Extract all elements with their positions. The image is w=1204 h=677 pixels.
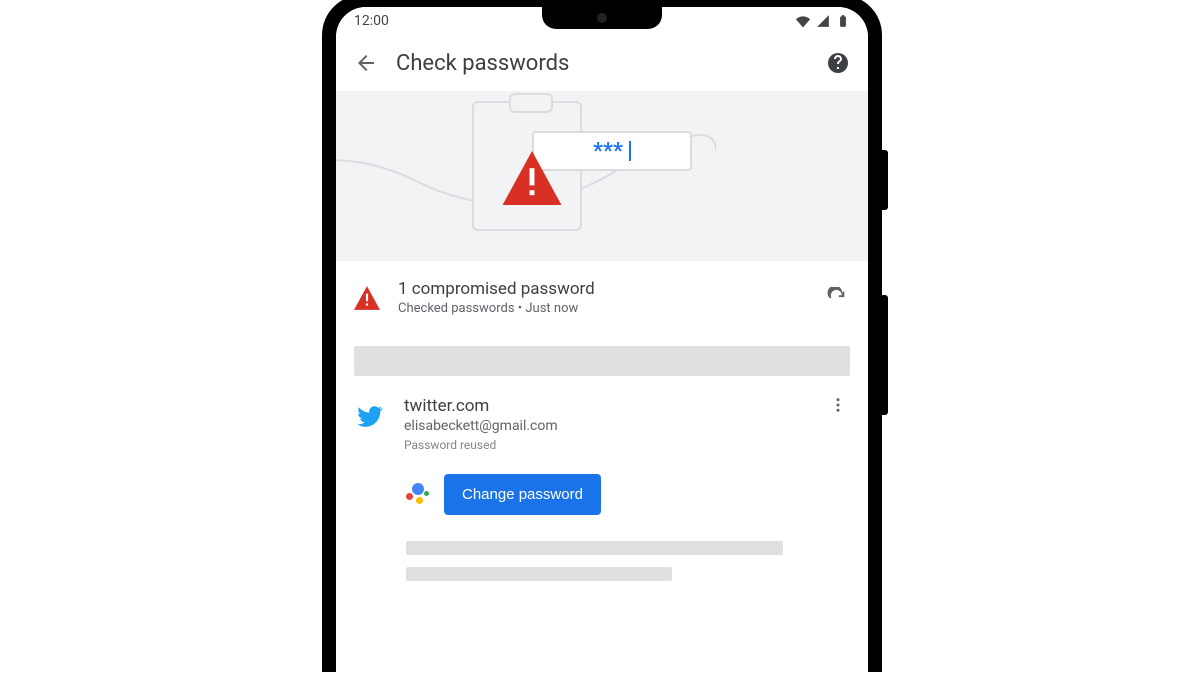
placeholder-line — [406, 541, 783, 555]
help-button[interactable] — [824, 49, 852, 77]
status-time: 12:00 — [354, 13, 389, 29]
entry-username: elisabeckett@gmail.com — [404, 418, 826, 434]
refresh-icon — [826, 287, 848, 309]
help-icon — [826, 51, 850, 75]
hero-illustration: *** — [336, 91, 868, 261]
back-button[interactable] — [352, 49, 380, 77]
notch — [542, 7, 662, 29]
password-mask: *** — [593, 139, 623, 164]
entry-note: Password reused — [404, 438, 826, 452]
change-password-row: Change password — [336, 462, 868, 521]
more-vert-icon — [829, 396, 847, 414]
compromised-entry[interactable]: twitter.com elisabeckett@gmail.com Passw… — [336, 376, 868, 462]
placeholder-line — [406, 567, 672, 581]
check-summary: 1 compromised password Checked passwords… — [336, 261, 868, 328]
wifi-icon — [796, 14, 810, 28]
battery-icon — [836, 14, 850, 28]
placeholder-bar — [354, 346, 850, 376]
phone-side-button-1 — [882, 150, 888, 210]
app-bar: Check passwords — [336, 35, 868, 91]
warning-triangle-icon — [354, 285, 380, 311]
entry-menu-button[interactable] — [826, 396, 850, 452]
status-icons — [796, 14, 850, 28]
page-title: Check passwords — [380, 51, 824, 76]
arrow-left-icon — [354, 51, 378, 75]
entry-site: twitter.com — [404, 396, 826, 416]
signal-icon — [816, 14, 830, 28]
summary-title: 1 compromised password — [398, 279, 824, 299]
summary-subtitle: Checked passwords • Just now — [398, 301, 824, 316]
warning-triangle-icon — [502, 151, 562, 205]
status-bar: 12:00 — [336, 7, 868, 35]
google-assistant-icon — [406, 483, 430, 507]
phone-frame: 12:00 Check passwords *** — [322, 0, 882, 672]
placeholder-lines — [336, 521, 868, 581]
change-password-button[interactable]: Change password — [444, 474, 601, 515]
refresh-button[interactable] — [824, 285, 850, 311]
screen: 12:00 Check passwords *** — [336, 7, 868, 672]
twitter-icon — [354, 400, 386, 432]
phone-side-button-2 — [882, 295, 888, 415]
text-cursor — [629, 141, 631, 161]
